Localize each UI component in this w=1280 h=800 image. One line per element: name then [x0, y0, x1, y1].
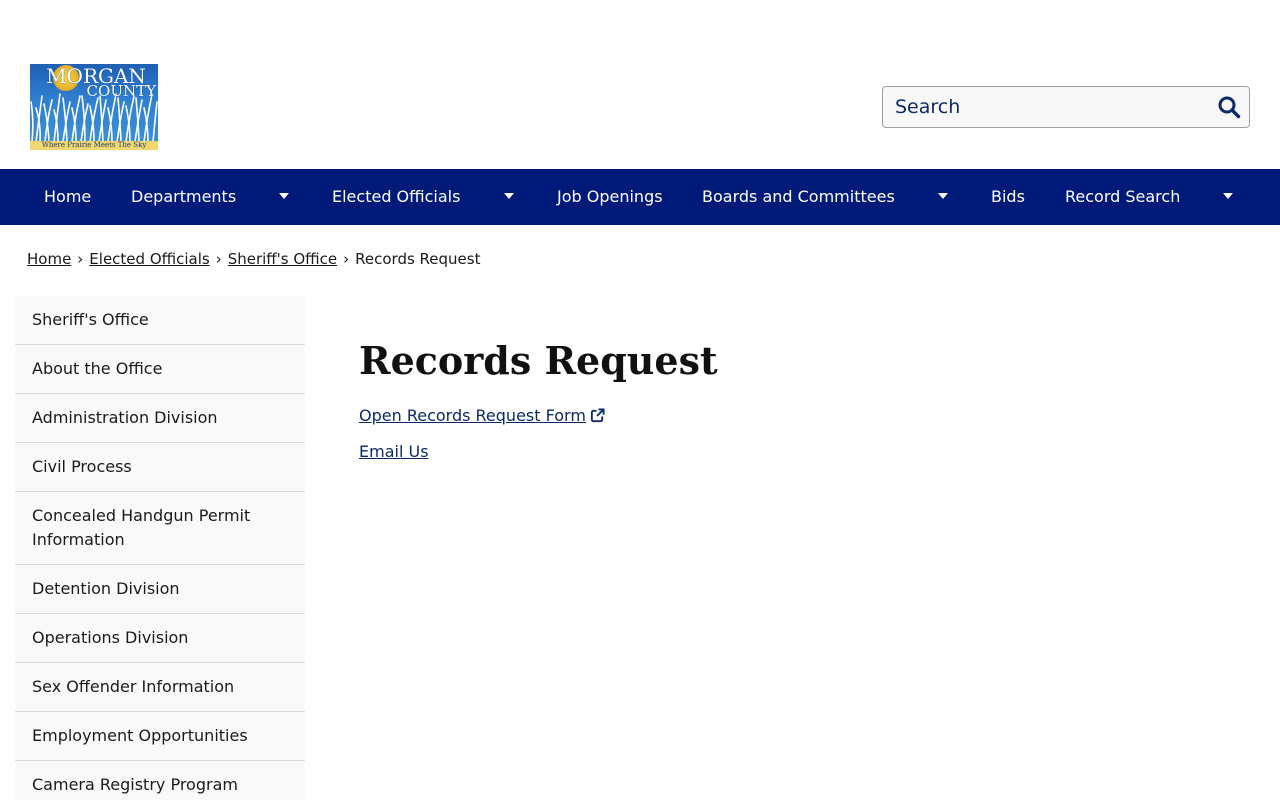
nav-item-job-openings[interactable]: Job Openings	[557, 169, 663, 225]
departments-dropdown-caret-icon[interactable]	[279, 193, 289, 199]
sidebar-item-sheriffs-office[interactable]: Sheriff's Office	[15, 296, 305, 345]
sidebar-item-civil-process[interactable]: Civil Process	[15, 443, 305, 492]
nav-item-departments[interactable]: Departments	[131, 169, 236, 225]
sidebar-item-operations-division[interactable]: Operations Division	[15, 614, 305, 663]
sidebar-item-camera-registry-program[interactable]: Camera Registry Program	[15, 761, 305, 800]
sidebar-item-concealed-handgun-permit[interactable]: Concealed Handgun Permit Information	[15, 492, 305, 565]
nav-item-bids[interactable]: Bids	[991, 169, 1025, 225]
page-title: Records Request	[359, 338, 718, 383]
sidebar-item-employment-opportunities[interactable]: Employment Opportunities	[15, 712, 305, 761]
main-nav: Home Departments Elected Officials Job O…	[0, 169, 1280, 225]
elected-officials-dropdown-caret-icon[interactable]	[504, 193, 514, 199]
nav-item-elected-officials[interactable]: Elected Officials	[332, 169, 460, 225]
breadcrumb-separator: ›	[77, 250, 84, 268]
breadcrumb-separator: ›	[215, 250, 222, 268]
external-link-icon	[590, 408, 605, 423]
boards-dropdown-caret-icon[interactable]	[938, 193, 948, 199]
sidebar-item-administration-division[interactable]: Administration Division	[15, 394, 305, 443]
nav-item-home[interactable]: Home	[44, 169, 91, 225]
breadcrumb-link-sheriffs-office[interactable]: Sheriff's Office	[228, 250, 337, 268]
nav-item-record-search[interactable]: Record Search	[1065, 169, 1180, 225]
breadcrumb-current: Records Request	[355, 250, 481, 268]
breadcrumb: Home › Elected Officials › Sheriff's Office ›…	[27, 249, 480, 271]
nav-item-boards-and-committees[interactable]: Boards and Committees	[702, 169, 895, 225]
email-us-link[interactable]: Email Us	[359, 441, 429, 463]
search-input[interactable]	[895, 87, 1205, 127]
breadcrumb-link-home[interactable]: Home	[27, 250, 71, 268]
open-records-request-form-label: Open Records Request Form	[359, 406, 586, 425]
sidebar-item-detention-division[interactable]: Detention Division	[15, 565, 305, 614]
breadcrumb-link-elected-officials[interactable]: Elected Officials	[89, 250, 209, 268]
search-icon	[1218, 96, 1241, 119]
sidebar-item-about-the-office[interactable]: About the Office	[15, 345, 305, 394]
sidebar-item-sex-offender-information[interactable]: Sex Offender Information	[15, 663, 305, 712]
search-box	[882, 86, 1250, 128]
site-header: MORGAN COUNTY Where Prairie Meets The Sk…	[0, 0, 1280, 169]
open-records-request-form-link[interactable]: Open Records Request Form	[359, 405, 605, 427]
record-search-dropdown-caret-icon[interactable]	[1223, 193, 1233, 199]
logo-title-county: COUNTY	[86, 82, 156, 100]
breadcrumb-separator: ›	[343, 250, 350, 268]
search-button[interactable]	[1217, 95, 1241, 119]
county-logo[interactable]: MORGAN COUNTY Where Prairie Meets The Sk…	[30, 64, 158, 150]
logo-tagline: Where Prairie Meets The Sky	[30, 141, 158, 150]
sidebar-nav: Sheriff's Office About the Office Admini…	[15, 296, 305, 800]
